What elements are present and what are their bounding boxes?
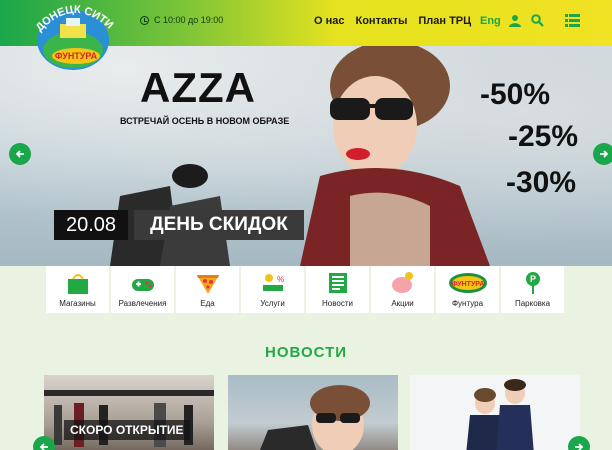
category-funtura[interactable]: ФУНТУРА Фунтура bbox=[436, 266, 501, 313]
category-label: Новости bbox=[322, 299, 353, 308]
arrow-left-icon bbox=[39, 443, 48, 450]
news-next-button[interactable] bbox=[568, 436, 590, 450]
svg-text:P: P bbox=[529, 274, 535, 284]
services-icon: % bbox=[262, 274, 284, 291]
category-entertainment[interactable]: Развлечения bbox=[111, 266, 176, 313]
nav-mall-plan[interactable]: План ТРЦ bbox=[418, 15, 471, 27]
category-bar: Магазины Развлечения Еда % Услуги Новост… bbox=[46, 266, 566, 313]
category-news[interactable]: Новости bbox=[306, 266, 371, 313]
newspaper-icon bbox=[328, 273, 347, 293]
category-label: Акции bbox=[391, 299, 414, 308]
news-card-1-label: СКОРО ОТКРЫТИЕ bbox=[64, 420, 190, 440]
news-section-title: НОВОСТИ bbox=[264, 344, 348, 361]
category-shops[interactable]: Магазины bbox=[46, 266, 111, 313]
sale-date: 20.08 bbox=[54, 210, 129, 240]
opening-hours-text: С 10:00 до 19:00 bbox=[154, 15, 224, 25]
category-label: Еда bbox=[200, 299, 215, 308]
funtura-logo-icon: ФУНТУРА bbox=[448, 273, 487, 293]
clock-icon bbox=[140, 15, 149, 25]
nav-about[interactable]: О нас bbox=[314, 15, 345, 27]
gamepad-icon bbox=[131, 279, 154, 291]
news-model-image bbox=[260, 385, 370, 450]
news-card-3[interactable] bbox=[410, 375, 580, 450]
piggy-bank-icon bbox=[391, 272, 413, 293]
main-nav: О нас Контакты План ТРЦ bbox=[314, 15, 471, 27]
opening-hours: С 10:00 до 19:00 bbox=[140, 15, 223, 25]
parking-icon: P bbox=[525, 272, 540, 294]
category-promotions[interactable]: Акции bbox=[371, 266, 436, 313]
hero-subtitle: ВСТРЕЧАЙ ОСЕНЬ В НОВОМ ОБРАЗЕ bbox=[120, 116, 290, 126]
kids-fashion-image bbox=[466, 379, 534, 450]
news-card-2[interactable] bbox=[228, 375, 398, 450]
discount-25: -25% bbox=[508, 120, 579, 153]
arrow-right-icon bbox=[575, 443, 584, 450]
pizza-icon bbox=[196, 275, 219, 294]
category-label: Развлечения bbox=[118, 299, 167, 308]
category-label: Услуги bbox=[260, 299, 285, 308]
sale-event: ДЕНЬ СКИДОК bbox=[134, 210, 304, 240]
hero-brand: AZZA bbox=[140, 64, 256, 111]
search-icon[interactable] bbox=[531, 14, 544, 27]
category-label: Фунтура bbox=[451, 299, 484, 308]
category-label: Магазины bbox=[59, 299, 96, 308]
site-logo[interactable]: ФУНТУРА ДОНЕЦК СИТИ bbox=[30, 2, 116, 72]
category-parking[interactable]: P Парковка bbox=[501, 266, 566, 313]
category-label: Парковка bbox=[514, 299, 551, 308]
svg-text:ФУНТУРА: ФУНТУРА bbox=[55, 51, 98, 61]
arrow-right-icon bbox=[600, 150, 609, 158]
svg-text:%: % bbox=[277, 275, 284, 284]
discount-30: -30% bbox=[506, 166, 577, 199]
user-icon[interactable] bbox=[509, 14, 521, 27]
shopping-bag-icon bbox=[67, 274, 88, 294]
hero-next-button[interactable] bbox=[593, 143, 612, 165]
hero-prev-button[interactable] bbox=[9, 143, 31, 165]
nav-contacts[interactable]: Контакты bbox=[356, 15, 408, 27]
hero-banner[interactable]: AZZA ВСТРЕЧАЙ ОСЕНЬ В НОВОМ ОБРАЗЕ -50% … bbox=[0, 46, 612, 266]
sale-date-banner: 20.08 ДЕНЬ СКИДОК bbox=[54, 210, 304, 240]
hero-model-image bbox=[300, 46, 490, 266]
menu-icon[interactable] bbox=[565, 14, 580, 27]
svg-text:ФУНТУРА: ФУНТУРА bbox=[451, 281, 484, 288]
arrow-left-icon bbox=[15, 150, 24, 158]
discount-50: -50% bbox=[480, 78, 551, 111]
category-food[interactable]: Еда bbox=[176, 266, 241, 313]
language-switch[interactable]: Eng bbox=[480, 15, 501, 27]
category-services[interactable]: % Услуги bbox=[241, 266, 306, 313]
